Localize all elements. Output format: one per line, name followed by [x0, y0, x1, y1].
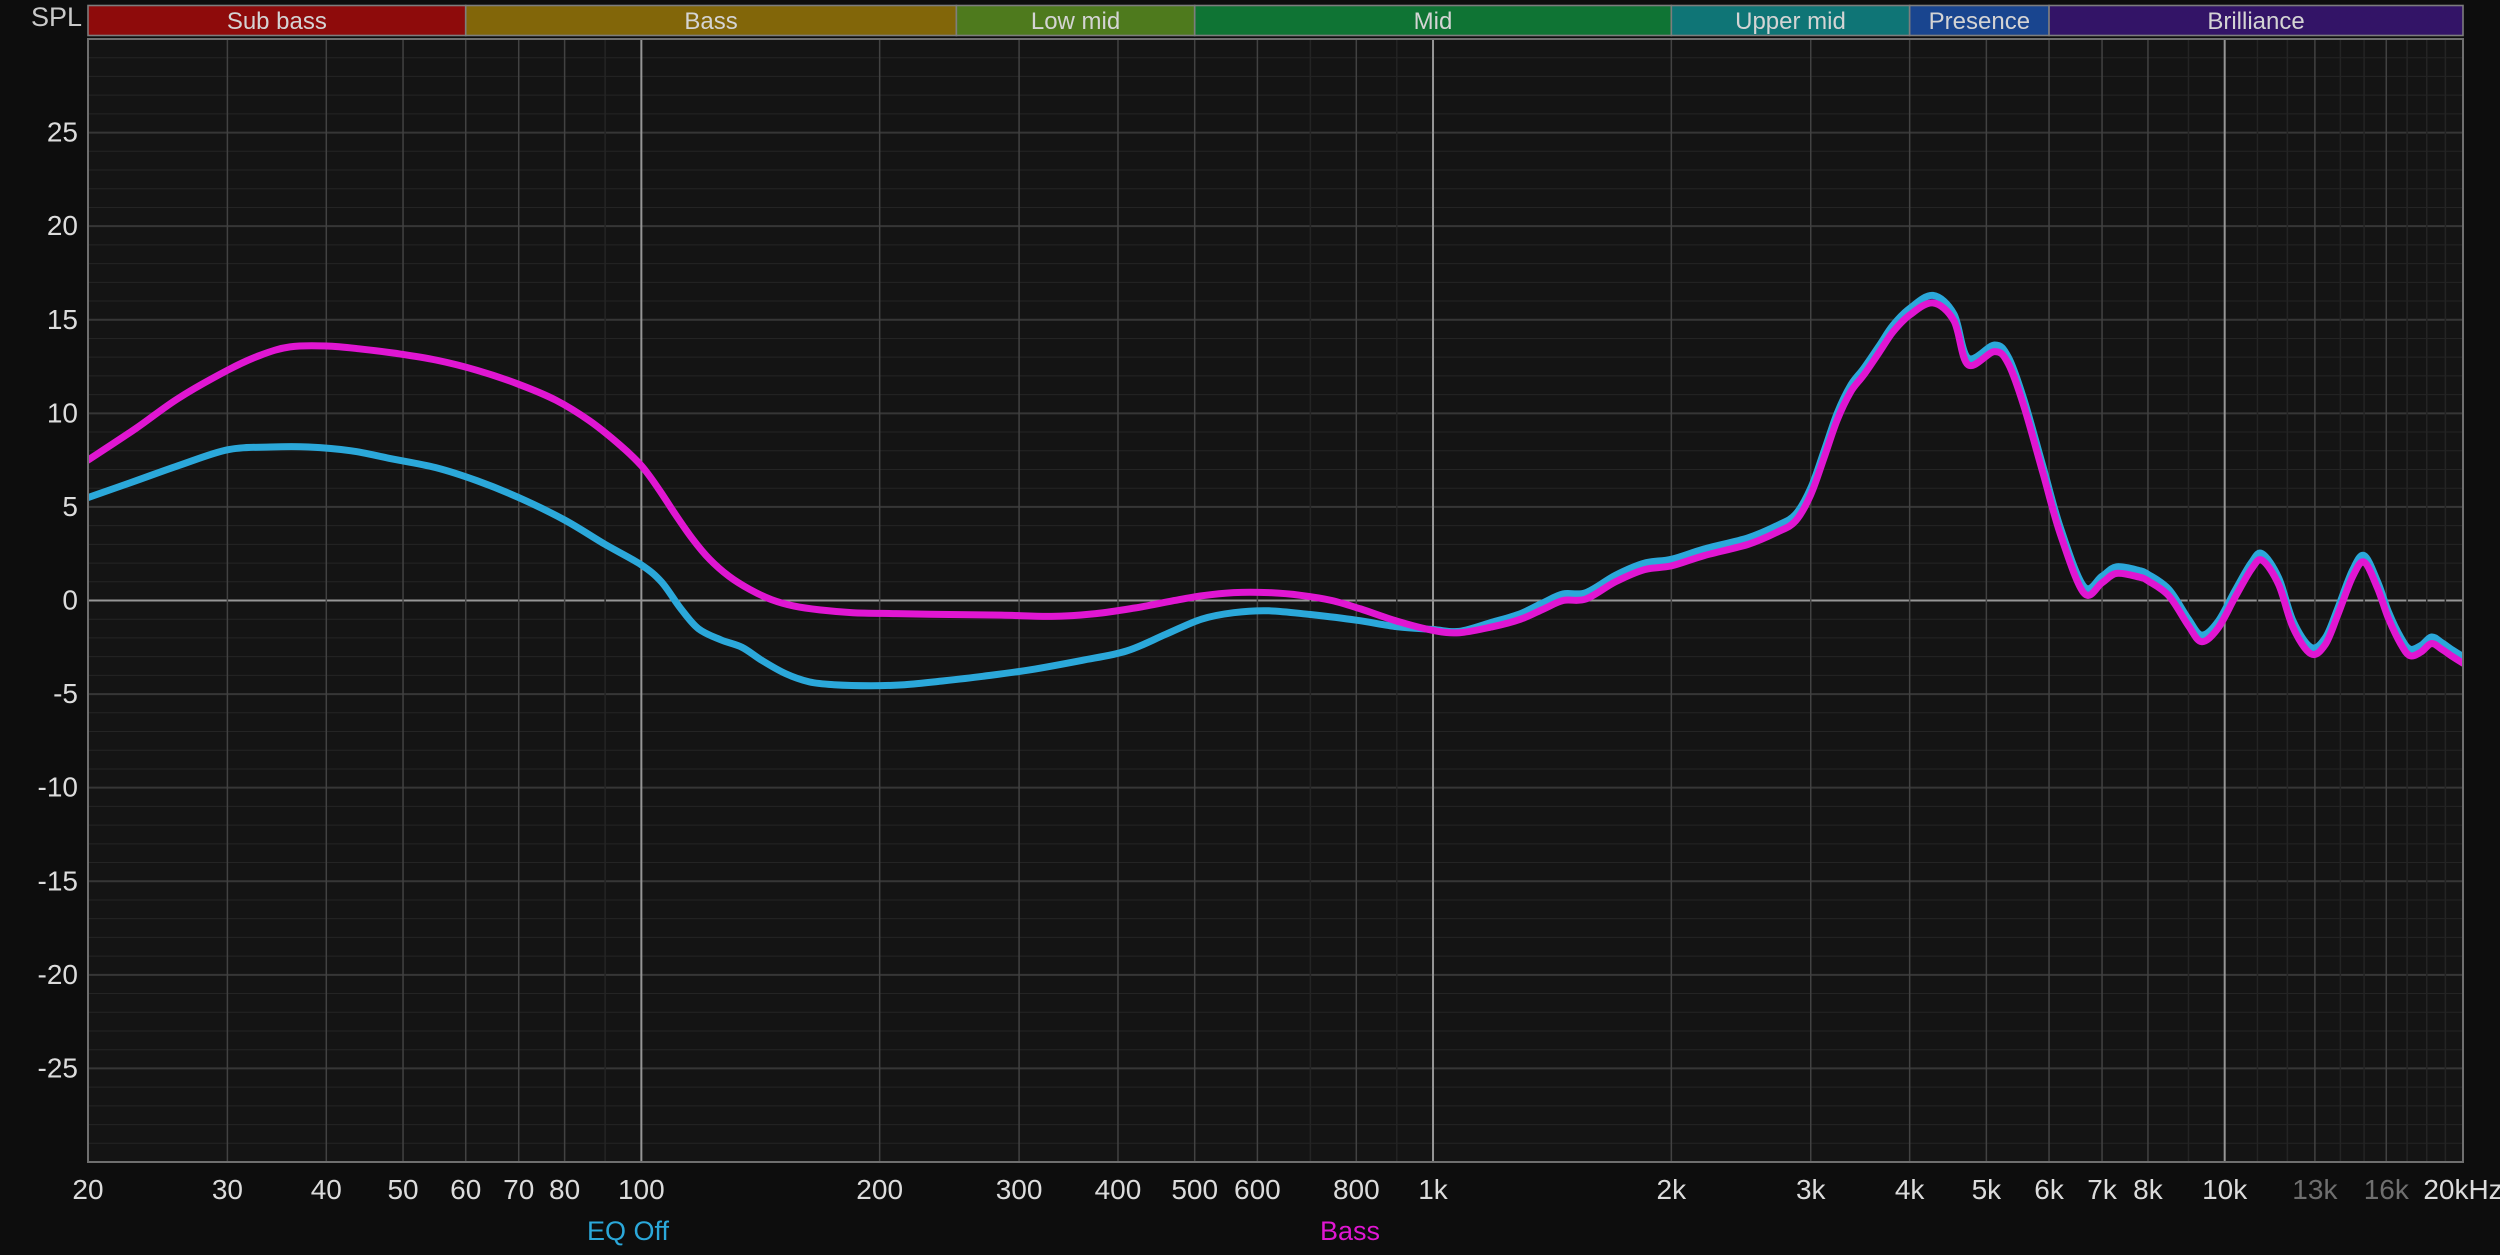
x-tick-label: 50	[387, 1174, 418, 1205]
x-tick-label: 6k	[2034, 1174, 2065, 1205]
x-tick-label: 300	[996, 1174, 1043, 1205]
x-tick-label: 400	[1095, 1174, 1142, 1205]
x-tick-label: 8k	[2133, 1174, 2164, 1205]
x-tick-label: 20	[72, 1174, 103, 1205]
band-label: Upper mid	[1735, 8, 1846, 35]
band-label: Low mid	[1031, 8, 1120, 35]
band-label: Bass	[684, 8, 737, 35]
x-tick-label: 30	[212, 1174, 243, 1205]
x-tick-label: 7k	[2087, 1174, 2118, 1205]
band-header-bar: Sub bass Bass Low mid Mid Upper mid Presence B…	[87, 4, 2464, 37]
x-tick-label: 40	[311, 1174, 342, 1205]
x-tick-label: 600	[1234, 1174, 1281, 1205]
y-tick-label: 5	[62, 491, 78, 522]
x-tick-label: 100	[618, 1174, 665, 1205]
y-axis-labels: 25 20 15 10 5 0 -5 -10 -15 -20 -25	[38, 117, 78, 1084]
y-tick-label: -5	[53, 678, 78, 709]
y-tick-label: -25	[38, 1052, 78, 1083]
x-tick-label: 800	[1333, 1174, 1380, 1205]
eq-frequency-response-panel: SPL Sub bass Bass Low mid Mid Upper mid Prese…	[0, 0, 2500, 1255]
x-tick-label: 80	[549, 1174, 580, 1205]
y-tick-label: -10	[38, 772, 78, 803]
y-tick-label: -15	[38, 865, 78, 896]
x-tick-label: 3k	[1796, 1174, 1827, 1205]
legend-eq-off[interactable]: EQ Off	[587, 1214, 669, 1248]
x-tick-label: 20kHz	[2423, 1174, 2500, 1205]
x-tick-label: 1k	[1418, 1174, 1449, 1205]
legend-bass[interactable]: Bass	[1320, 1214, 1380, 1248]
x-axis-labels: 20 30 40 50 60 70 80 100 200 300 400 500 600 800 1k 2k 3…	[72, 1174, 2500, 1205]
x-tick-label: 500	[1171, 1174, 1218, 1205]
y-tick-label: 0	[62, 585, 78, 616]
x-tick-label: 13k	[2292, 1174, 2338, 1205]
x-tick-label: 60	[450, 1174, 481, 1205]
y-tick-label: 20	[47, 210, 78, 241]
x-tick-label: 4k	[1895, 1174, 1926, 1205]
y-tick-label: 25	[47, 117, 78, 148]
x-tick-label: 5k	[1972, 1174, 2003, 1205]
x-tick-label: 200	[856, 1174, 903, 1205]
x-tick-label: 16k	[2364, 1174, 2410, 1205]
frequency-response-chart: Sub bass Bass Low mid Mid Upper mid Presence B…	[38, 4, 2500, 1205]
band-label: Mid	[1414, 8, 1453, 35]
x-tick-label: 70	[503, 1174, 534, 1205]
y-tick-label: 15	[47, 304, 78, 335]
band-label: Presence	[1929, 8, 2030, 35]
x-tick-label: 2k	[1657, 1174, 1688, 1205]
y-tick-label: 10	[47, 397, 78, 428]
x-tick-label: 10k	[2202, 1174, 2248, 1205]
band-label: Brilliance	[2207, 8, 2304, 35]
band-label: Sub bass	[227, 8, 327, 35]
y-tick-label: -20	[38, 959, 78, 990]
